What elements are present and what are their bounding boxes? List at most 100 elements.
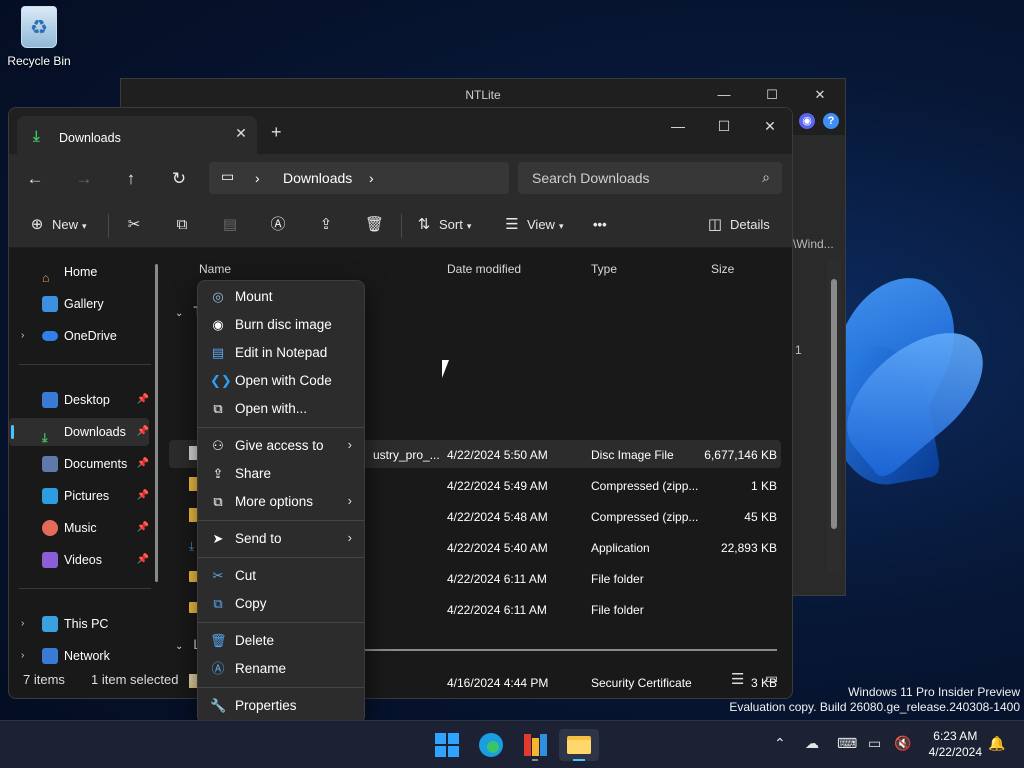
nav-item-music[interactable]: Music 📌 — [9, 514, 149, 542]
recycle-bin-label: Recycle Bin — [7, 54, 71, 68]
more-options-icon: ⧉ — [213, 494, 223, 509]
address-location[interactable]: Downloads — [283, 170, 352, 186]
nav-item-onedrive[interactable]: › OneDrive — [9, 322, 149, 350]
cloud-offline-icon[interactable]: ☁ — [805, 735, 819, 752]
menu-item-burn-disc-image[interactable]: ◉ Burn disc image — [198, 311, 364, 339]
copy-icon: ⧉ — [213, 596, 223, 611]
network-status-icon[interactable]: ▭ — [868, 735, 881, 752]
refresh-button[interactable]: ↻ — [166, 166, 192, 192]
file-explorer-app-icon[interactable] — [559, 729, 599, 761]
back-button[interactable]: ← — [22, 166, 48, 192]
paste-button[interactable]: ▤ — [221, 212, 245, 238]
details-pane-icon: ◫ — [707, 216, 723, 233]
sort-button[interactable]: ⇅ Sort ▾ — [415, 212, 472, 238]
chevron-up-icon[interactable]: ⌃ — [774, 735, 786, 752]
pictures-icon — [42, 488, 58, 504]
start-button[interactable] — [427, 729, 467, 761]
copy-button[interactable]: ⧉ — [173, 212, 197, 238]
new-button[interactable]: ⊕ New ▾ — [28, 212, 87, 238]
column-size[interactable]: Size — [711, 262, 734, 276]
view-button[interactable]: ☰ View ▾ — [503, 212, 563, 238]
nav-label: Desktop — [64, 393, 110, 407]
close-tab-icon[interactable]: ✕ — [231, 125, 251, 142]
nav-item-home[interactable]: ⌂ Home — [9, 258, 149, 286]
menu-label: Burn disc image — [235, 317, 332, 332]
menu-item-mount[interactable]: ◎ Mount — [198, 283, 364, 311]
menu-item-open-with[interactable]: ⧉ Open with... — [198, 395, 364, 423]
system-clock[interactable]: 6:23 AM 4/22/2024 — [929, 728, 982, 760]
row-date: 4/22/2024 5:50 AM — [447, 448, 548, 462]
menu-item-rename[interactable]: Ⓐ Rename — [198, 655, 364, 683]
pin-icon[interactable]: 📌 — [137, 418, 149, 446]
nav-item-desktop[interactable]: Desktop 📌 — [9, 386, 149, 414]
pin-icon[interactable]: 📌 — [137, 386, 149, 414]
menu-item-share[interactable]: ⇪ Share — [198, 460, 364, 488]
edge-browser-icon[interactable] — [471, 729, 511, 761]
column-name[interactable]: Name — [199, 262, 231, 276]
minimize-button[interactable]: — — [655, 112, 701, 142]
nav-label: Videos — [64, 553, 102, 567]
cloud-icon — [42, 331, 58, 341]
horizontal-scrollbar[interactable] — [365, 649, 777, 651]
discord-icon[interactable]: ◉ — [799, 113, 815, 129]
nav-item-pictures[interactable]: Pictures 📌 — [9, 482, 149, 510]
menu-item-give-access-to[interactable]: ⚇ Give access to › — [198, 432, 364, 460]
forward-button[interactable]: → — [71, 166, 97, 192]
pin-icon[interactable]: 📌 — [137, 546, 149, 574]
chevron-right-icon[interactable]: › — [21, 322, 24, 350]
nav-item-downloads[interactable]: ⤓ Downloads 📌 — [9, 418, 149, 446]
chevron-right-icon[interactable]: › — [21, 610, 24, 638]
nav-item-videos[interactable]: Videos 📌 — [9, 546, 149, 574]
ntlite-app-icon[interactable] — [515, 729, 555, 761]
nav-item-this-pc[interactable]: › This PC — [9, 610, 149, 638]
more-options-button[interactable]: ••• — [593, 212, 607, 238]
pin-icon[interactable]: 📌 — [137, 482, 149, 510]
menu-item-edit-in-notepad[interactable]: ▤ Edit in Notepad — [198, 339, 364, 367]
nav-item-documents[interactable]: Documents 📌 — [9, 450, 149, 478]
row-type: File folder — [591, 603, 644, 617]
chevron-down-icon: ⌄ — [175, 641, 184, 652]
copy-icon: ⧉ — [176, 216, 188, 233]
menu-item-copy[interactable]: ⧉ Copy — [198, 590, 364, 618]
close-button[interactable]: ✕ — [747, 112, 792, 142]
new-tab-button[interactable]: + — [271, 122, 282, 143]
volume-muted-icon[interactable]: 🔇 — [894, 735, 911, 752]
address-bar[interactable]: ▭ › Downloads › — [209, 162, 509, 194]
recycle-bin-shortcut[interactable]: Recycle Bin — [6, 6, 72, 68]
delete-button[interactable]: 🗑 — [365, 212, 389, 238]
details-button[interactable]: ◫ Details — [706, 212, 770, 238]
menu-item-delete[interactable]: 🗑 Delete — [198, 627, 364, 655]
ntlite-scrollbar[interactable] — [827, 259, 841, 573]
trash-icon: 🗑 — [210, 633, 227, 648]
menu-label: More options — [235, 494, 314, 509]
menu-item-more-options[interactable]: ⧉ More options › — [198, 488, 364, 516]
up-button[interactable]: ↑ — [118, 166, 144, 192]
trash-icon: 🗑 — [365, 216, 385, 233]
cut-button[interactable]: ✂ — [125, 212, 149, 238]
download-icon: ⤓ — [33, 128, 40, 145]
row-size: 1 KB — [750, 479, 777, 493]
file-explorer-window[interactable]: ⤓ Downloads ✕ + — ☐ ✕ ← → ↑ ↻ ▭ › Downlo… — [8, 107, 793, 699]
menu-item-send-to[interactable]: ➤ Send to › — [198, 525, 364, 553]
maximize-button[interactable]: ☐ — [701, 112, 747, 142]
chevron-right-icon[interactable]: › — [369, 170, 374, 186]
tab-downloads[interactable]: ⤓ Downloads ✕ — [17, 116, 257, 154]
column-type[interactable]: Type — [591, 262, 617, 276]
help-icon[interactable]: ? — [823, 113, 839, 129]
mount-icon: ◎ — [212, 289, 224, 304]
notification-bell-icon[interactable]: 🔔 — [988, 735, 1005, 752]
computer-icon — [42, 616, 58, 632]
search-box[interactable]: Search Downloads ⌕ — [518, 162, 782, 194]
pin-icon[interactable]: 📌 — [137, 514, 149, 542]
nav-item-gallery[interactable]: Gallery — [9, 290, 149, 318]
column-date-modified[interactable]: Date modified — [447, 262, 521, 276]
share-button[interactable]: ⇪ — [317, 212, 341, 238]
menu-item-open-with-code[interactable]: ❮❯ Open with Code — [198, 367, 364, 395]
menu-item-properties[interactable]: 🔧 Properties — [198, 692, 364, 720]
rename-button[interactable]: Ⓐ — [269, 212, 293, 238]
keyboard-icon[interactable]: ⌨ — [837, 735, 857, 752]
ntlite-close-button[interactable]: ✕ — [797, 79, 843, 111]
menu-item-cut[interactable]: ✂ Cut — [198, 562, 364, 590]
nav-scrollbar[interactable] — [155, 264, 158, 582]
pin-icon[interactable]: 📌 — [137, 450, 149, 478]
